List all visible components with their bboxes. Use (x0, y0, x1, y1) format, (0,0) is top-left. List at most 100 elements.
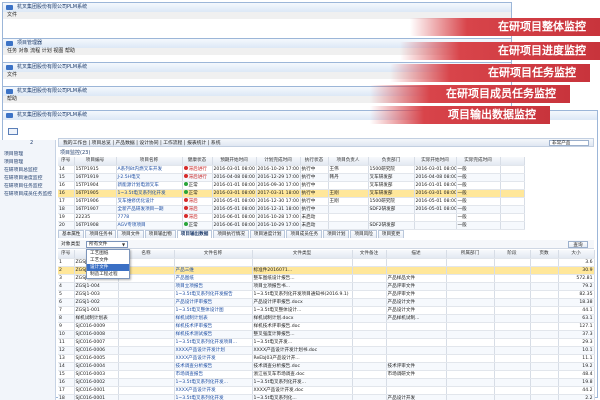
table-row[interactable]: 18 16TP1907 全新产品研发项目一期 滞后 2016-05-01 08:00 20… (58, 205, 594, 214)
column-header[interactable]: 序号 (58, 250, 75, 259)
dropdown-option[interactable]: 工艺图纸 (87, 250, 129, 257)
table-cell (118, 378, 175, 387)
column-header[interactable]: 序号 (58, 157, 75, 166)
table-row[interactable]: 11 SJC016-0007 1~3.5t电叉系列化开发项目... 1~3.5t电叉开… (58, 338, 595, 347)
table-row[interactable]: 9 SJC016-0009 样机技术评审报告 样机技术评审报告.doc 127.1 (58, 322, 595, 331)
table-row[interactable]: 4 ZGSJ1-004 项目立项报告 项目立项报告书... 产品评审文件 79.2 (58, 282, 595, 291)
table-row[interactable]: 17 SJC016-0001 XXXX产品设计开发 XXXX产品设计开发.doc 44.… (58, 386, 595, 395)
table-cell (252, 258, 353, 267)
top-nav-tabs[interactable]: 我的工作台 | 项目总览 | 产品数据 | 设计协同 | 工作流程 | 报表统计… (63, 140, 221, 147)
sidebar-item-member-task-monitor[interactable]: 在研项目成员任务监控 (0, 191, 55, 199)
tab-5[interactable]: 项目执行情况 (213, 230, 249, 238)
tab-9[interactable]: 项目风险 (350, 230, 377, 238)
table-row[interactable]: 3ZGSJ1-005产品图纸整车图纸设计报告...产品样品文件572.81 (58, 274, 595, 283)
column-header[interactable]: 阶段 (494, 250, 531, 259)
table-cell: 2 (58, 266, 75, 275)
column-header[interactable]: 健康状态 (182, 157, 213, 166)
column-header[interactable]: 文件类型 (252, 250, 353, 259)
table-row[interactable]: 1ZGSJ1-0073.6 (58, 258, 595, 267)
table-cell: 产品设计文件 (386, 306, 447, 315)
mail-icon[interactable] (8, 128, 18, 135)
column-header[interactable]: 项目名称 (116, 157, 183, 166)
table-row[interactable]: 15 SJC016-0003 市场调查报告 浙江省叉车市场调查.doc 市场调研文件 48… (58, 370, 595, 379)
column-header[interactable]: 描述 (386, 250, 447, 259)
table-cell (118, 370, 175, 379)
sidebar-item-overall-monitor[interactable]: 在研项目总监控 (0, 167, 55, 175)
health-text: 正常 (188, 182, 198, 188)
banner-member-task-monitor: 在研项目成员任务监控 (370, 85, 570, 103)
table-row[interactable]: 10 SJC016-0008 样机技术测试报告 整叉强度计算报告... 37.3 (58, 330, 595, 339)
dropdown-option[interactable]: 制造工程过程 (87, 271, 129, 278)
window-title-text: 项目管理器 (17, 40, 43, 46)
tab-6[interactable]: 项目进度计划 (249, 230, 286, 238)
table-row[interactable]: 8 样机试制计划表 样机试制计划表 样机试制计划.docx 产品样机试制... 63.1 (58, 314, 595, 323)
table-row[interactable]: 20 16TP1908 AGV专项项目 正常 2016-06-01 08:00 2016-… (58, 221, 594, 230)
column-header[interactable]: 实际完成时间 (456, 157, 501, 166)
column-header[interactable]: 负责部门 (368, 157, 415, 166)
table-cell: 48.4 (558, 370, 595, 379)
tab-2[interactable]: 项目文件 (117, 230, 144, 238)
table-cell: 8 (58, 314, 75, 323)
tab-7[interactable]: 项目成员任务 (286, 230, 323, 238)
tab-1[interactable]: 项目任务书 (85, 230, 117, 238)
table-row[interactable]: 13 SJC016-0005 XXXX产品设计开发 ReEbJ03产品设计开... 11… (58, 354, 595, 363)
table-cell (530, 362, 559, 371)
table-cell: 1~3.5t电叉整体设计... (252, 306, 353, 315)
tab-10[interactable]: 项目变更 (377, 230, 405, 238)
column-header[interactable] (500, 157, 525, 166)
table-cell: 执行中 (300, 173, 329, 182)
column-header[interactable]: 预期开始时间 (212, 157, 257, 166)
tab-0[interactable]: 基本属性 (58, 230, 85, 238)
table-row[interactable]: 16 15TP1904 新能源计划电源叉车 正常 2016-01-01 08:00 201… (58, 181, 594, 190)
tab-4[interactable]: 项目输出数据 (176, 230, 213, 238)
table-row[interactable]: 5 ZGSJ1-003 1~3.5t电叉系列化开发报告 1~3.5t电叉系列化开发项目… (58, 290, 595, 299)
table-row[interactable]: 14 SJC016-0004 技术调查分析报告 技术调查分析报告.doc 技术评审文件 1… (58, 362, 595, 371)
table-row[interactable]: 6 ZGSJ1-002 产品设计评审报告 产品设计评审报告.docx 产品设计文件 18.… (58, 298, 595, 307)
column-header[interactable]: 项目编号 (74, 157, 117, 166)
table-cell: 2.2 (558, 394, 595, 400)
table-row[interactable]: 16 SJC016-0002 1~3.5t电叉系列化开发... 1~3.5t电叉系列化… (58, 378, 595, 387)
table-cell: XXXX产品设计开发计划 (174, 346, 253, 355)
table-cell: 14 (58, 362, 75, 371)
table-cell: 执行中 (300, 165, 329, 174)
sidebar-item-task-monitor[interactable]: 在研项目任务监控 (0, 183, 55, 191)
sidebar-item-project-mgmt[interactable]: 项目管理 (0, 151, 55, 159)
table-row[interactable]: 14 15TP1915 A系列8t内燃叉车开发 滞后进行 2016-03-01 08:0… (58, 165, 594, 174)
column-header[interactable]: 执行状态 (300, 157, 329, 166)
table-cell (500, 197, 525, 206)
column-header[interactable]: 项目负责人 (328, 157, 369, 166)
table-row[interactable]: 15 16TP1919 J-2.5H电叉 滞后进行 2016-04-08 08:00 20… (58, 173, 594, 182)
table-row[interactable]: 12 SJC016-0006 XXXX产品设计开发计划 XXXX产品设计开发计划书.d… (58, 346, 595, 355)
table-row[interactable]: 17 16TP1906 叉车维修优化设计 滞后 2016-05-01 08:00 2016… (58, 197, 594, 206)
table-row[interactable]: 16 16TP1905 1~3.5t电叉系列化开发 正常 2016-03-01 08:0… (58, 189, 594, 198)
column-header[interactable]: 文件名称 (174, 250, 253, 259)
table-row[interactable]: 2ZGSJ1-006产品三维标准件2016071...30.9 (58, 266, 595, 275)
table-cell: 79.2 (558, 282, 595, 291)
dropdown-option-selected[interactable]: 设计文件 (87, 264, 129, 271)
object-type-dropdown[interactable]: 工艺图纸 工艺文件 设计文件 制造工程过程 (86, 249, 130, 279)
table-row[interactable]: 18 SJC016-0001 1~3.5t电叉系列化开发 1~3.5t电叉系列化...… (58, 394, 595, 400)
table-row[interactable]: 7 ZGSJ1-001 1~3.5t电叉整体设计图 1~3.5t电叉整体设计... 产品… (58, 306, 595, 315)
column-header[interactable]: 所属部门 (446, 250, 495, 259)
table-row[interactable]: 19 22235 7778 滞后 2016-06-01 08:00 2016-10-28 … (58, 213, 594, 222)
table-cell (494, 290, 531, 299)
column-header[interactable]: 页数 (530, 250, 559, 259)
column-header[interactable]: 文件备注 (352, 250, 387, 259)
column-header[interactable]: 大小 (558, 250, 595, 259)
dropdown-option[interactable]: 工艺文件 (87, 257, 129, 264)
sidebar-item-project-mgmt-2[interactable]: 项目管理 (0, 159, 55, 167)
column-header[interactable]: 计划完成时间 (256, 157, 301, 166)
tab-8[interactable]: 项目计划 (323, 230, 350, 238)
table-cell: ZGSJ1-002 (74, 298, 119, 307)
chevron-down-icon[interactable]: ▼ (122, 242, 125, 247)
table-cell: 2016-04-08 08:00 (414, 173, 457, 182)
health-status: 滞后 (182, 213, 213, 222)
tab-3[interactable]: 项目输出物 (144, 230, 176, 238)
table-cell: 市场调研文件 (386, 370, 447, 379)
table-cell: 2016-05-01 08:00 (414, 205, 457, 214)
sidebar-item-progress-monitor[interactable]: 在研项目进度监控 (0, 175, 55, 183)
query-button[interactable]: 查询 (568, 241, 588, 248)
table-cell (530, 306, 559, 315)
product-select[interactable]: 非常产品 (549, 140, 589, 146)
column-header[interactable]: 实际开始时间 (414, 157, 457, 166)
